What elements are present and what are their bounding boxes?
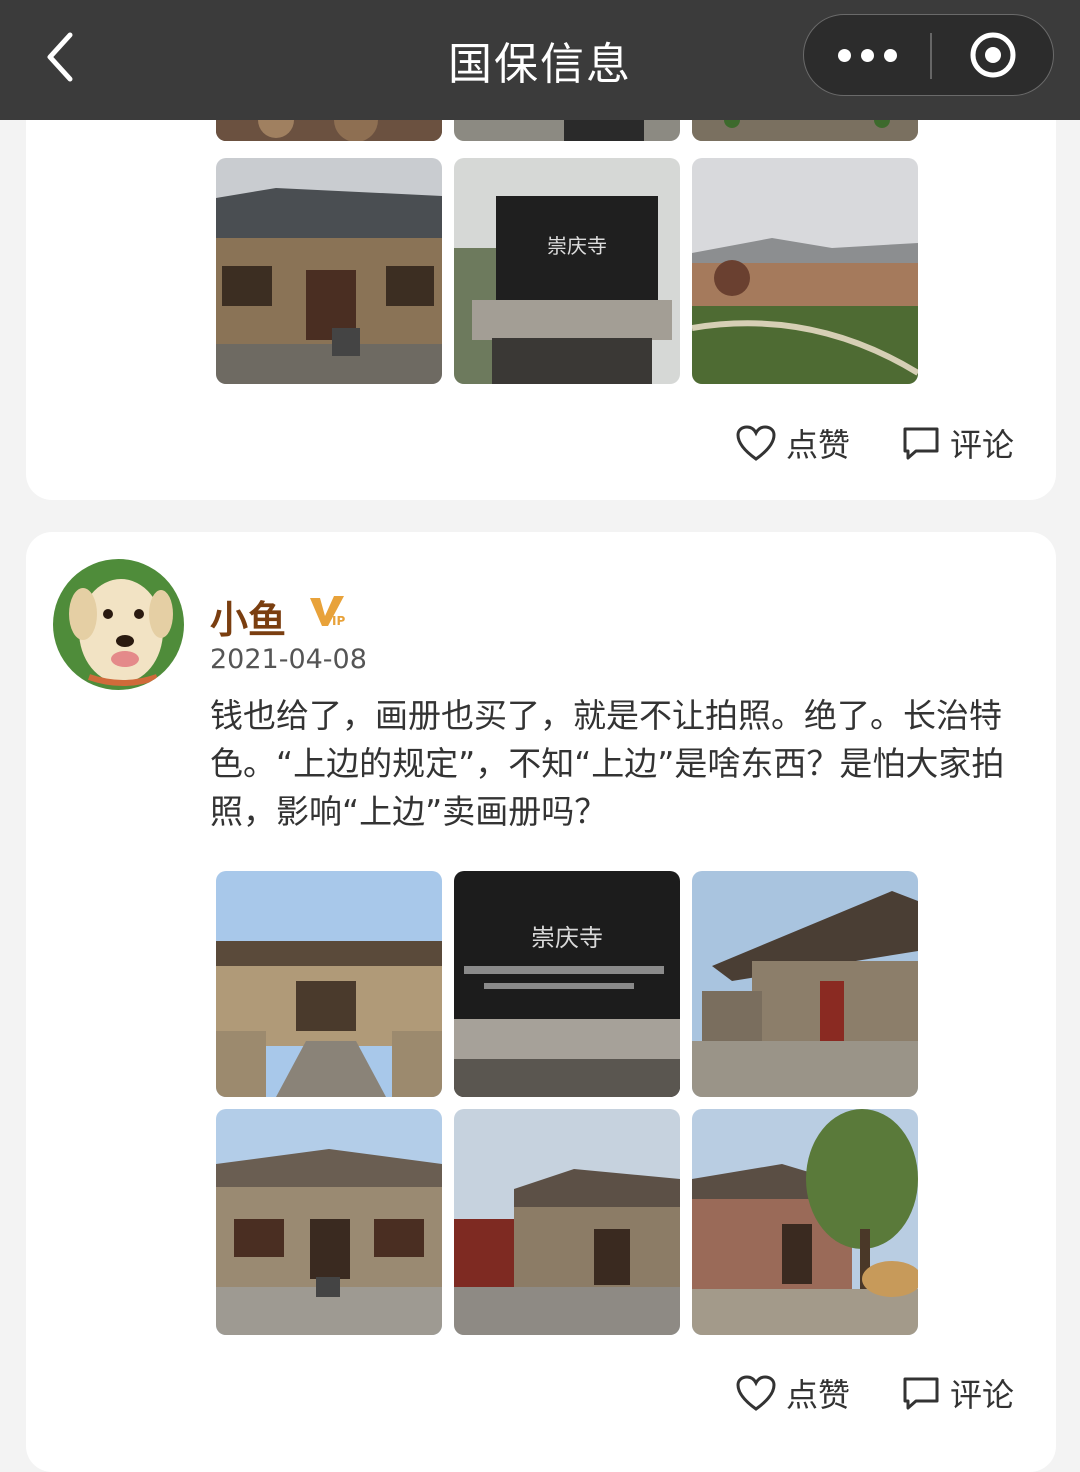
post-photo[interactable]: 崇庆寺 (454, 871, 680, 1097)
vip-badge: IP (308, 594, 348, 632)
heart-icon (736, 425, 776, 461)
post-card: 小鱼 IP 2021-04-08 钱也给了，画册也买了，就是不让拍照。绝了。长治… (26, 532, 1056, 1472)
post-content: 钱也给了，画册也买了，就是不让拍照。绝了。长治特色。“上边的规定”，不知“上边”… (210, 696, 1005, 831)
post-date: 2021-04-08 (210, 644, 367, 675)
post-photo[interactable] (216, 1109, 442, 1335)
target-circle-icon (970, 32, 1015, 78)
svg-text:IP: IP (332, 614, 345, 628)
comment-label: 评论 (950, 1376, 1015, 1414)
heart-icon (736, 1375, 776, 1411)
like-button[interactable]: 点赞 (736, 1370, 850, 1416)
post-photo[interactable] (692, 871, 918, 1097)
post-photo[interactable]: 崇庆寺 (454, 158, 680, 384)
more-dots-icon (837, 48, 851, 62)
like-label: 点赞 (786, 1376, 851, 1414)
comment-label: 评论 (950, 426, 1015, 464)
stele-text: 崇庆寺 (547, 234, 607, 258)
comment-button[interactable]: 评论 (902, 1370, 1014, 1416)
post-photo[interactable] (454, 1109, 680, 1335)
post-photo[interactable] (216, 158, 442, 384)
comment-button[interactable]: 评论 (902, 420, 1014, 466)
vip-icon: IP (310, 596, 345, 628)
comment-icon (903, 427, 939, 460)
close-program-button[interactable] (930, 15, 1055, 95)
username[interactable]: 小鱼 (210, 589, 286, 644)
post-photo[interactable] (692, 1109, 918, 1335)
avatar[interactable] (53, 559, 184, 690)
post-card: 崇庆寺 点赞 评论 (26, 0, 1056, 500)
post-actions: 点赞 评论 (736, 1370, 1056, 1430)
like-button[interactable]: 点赞 (736, 420, 850, 466)
post-photo[interactable] (692, 158, 918, 384)
like-label: 点赞 (786, 426, 851, 464)
more-button[interactable] (804, 15, 930, 95)
comment-icon (903, 1377, 939, 1410)
stele-text: 崇庆寺 (531, 924, 603, 952)
top-nav-bar: 国保信息 (0, 0, 1080, 120)
post-actions: 点赞 评论 (736, 420, 1056, 480)
mini-program-capsule (803, 14, 1054, 96)
post-photo[interactable] (216, 871, 442, 1097)
